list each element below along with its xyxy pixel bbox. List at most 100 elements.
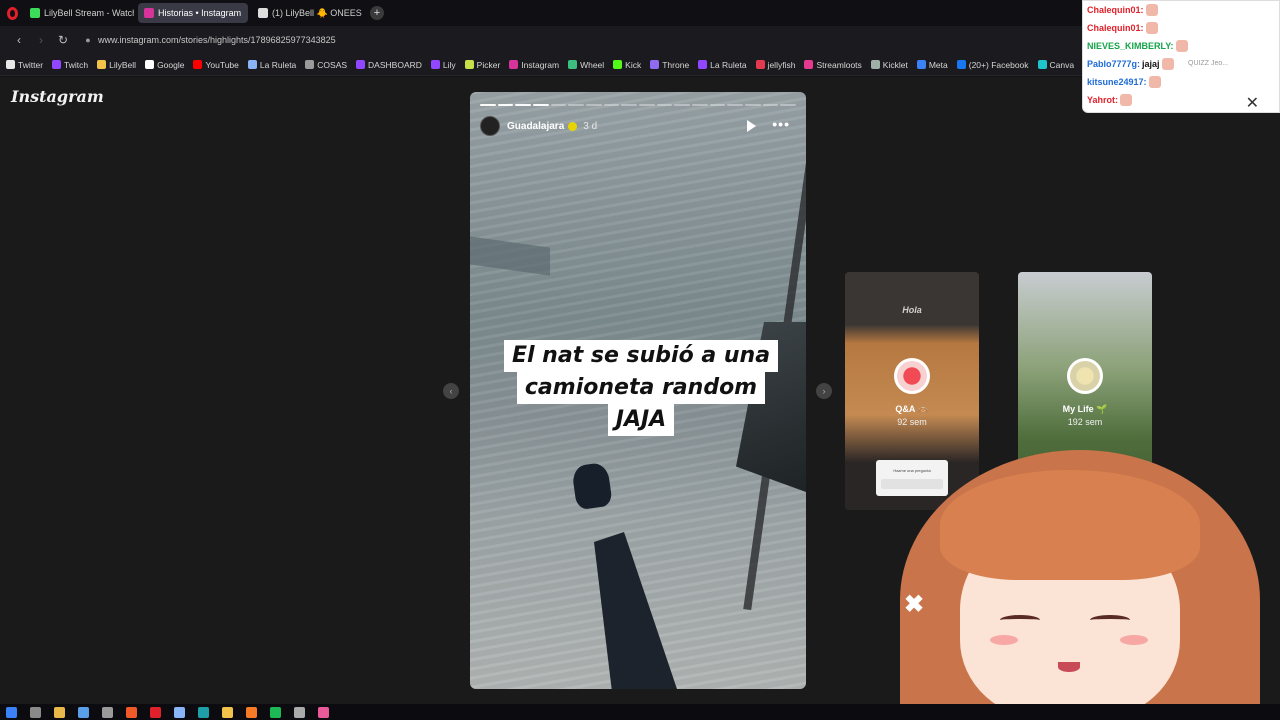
bookmark-item[interactable]: Canva [1037, 59, 1075, 70]
bookmark-item[interactable]: jellyfish [755, 60, 795, 70]
spotify-icon[interactable] [270, 706, 281, 718]
bookmark-item[interactable]: Google [145, 60, 184, 70]
instagram-icon [144, 8, 154, 18]
bookmark-icon [247, 60, 257, 69]
highlight-age: 92 sem [897, 417, 927, 427]
verified-badge-icon [568, 121, 578, 131]
brave-icon[interactable] [126, 706, 137, 718]
app-icon[interactable] [102, 706, 113, 718]
bookmark-item[interactable]: Throne [650, 60, 689, 70]
chat-username[interactable]: Pablo7777g: [1087, 55, 1140, 73]
highlight-name: Q&A 🙈 [895, 404, 929, 414]
progress-segment [533, 104, 549, 106]
firefox-icon[interactable] [246, 706, 257, 718]
tab-lilybell-stream[interactable]: LilyBell Stream - Watch Li [24, 3, 134, 23]
url-field[interactable]: www.instagram.com/stories/highlights/178… [98, 35, 336, 45]
chrome-icon[interactable] [222, 706, 233, 718]
opera-menu-icon[interactable] [0, 0, 24, 26]
bookmark-label: Wheel [580, 59, 605, 70]
progress-segment [568, 104, 585, 106]
back-button[interactable]: ‹ [8, 29, 30, 51]
bookmark-item[interactable]: Twitch [52, 60, 88, 70]
bookmark-icon [956, 60, 966, 69]
previous-story-arrow-icon[interactable]: ‹ [443, 383, 459, 399]
bookmark-item[interactable]: Kicklet [870, 60, 908, 70]
instagram-logo[interactable]: Instagram [11, 87, 104, 106]
bookmark-icon [509, 60, 519, 69]
taskbar [0, 704, 1280, 720]
chat-message: Pablo7777g: jajaj [1087, 55, 1275, 73]
bookmark-item[interactable]: DASHBOARD [356, 60, 422, 70]
app-icon[interactable] [30, 706, 41, 718]
bookmark-label: Lily [442, 59, 456, 70]
forward-button[interactable]: › [30, 29, 52, 51]
progress-segment [780, 104, 797, 106]
app-icon[interactable] [318, 706, 329, 718]
tab-instagram-stories[interactable]: Historias • Instagram [138, 3, 248, 23]
progress-segment [709, 104, 726, 106]
bookmark-item[interactable]: Streamloots [804, 60, 862, 70]
app-icon[interactable] [78, 706, 89, 718]
bookmark-label: Instagram [521, 59, 560, 70]
edge-icon[interactable] [198, 706, 209, 718]
story-header: Guadalajara 3 d ••• [480, 116, 796, 136]
bookmark-item[interactable]: Kick [613, 60, 641, 70]
app-icon[interactable] [294, 706, 305, 718]
bookmark-item[interactable]: LilyBell [97, 60, 136, 70]
bookmark-item[interactable]: (20+) Facebook [956, 60, 1029, 70]
folder-icon[interactable] [54, 706, 65, 718]
progress-segment [692, 104, 708, 106]
chat-username[interactable]: Chalequin01: [1087, 19, 1144, 37]
progress-segment [603, 104, 620, 106]
story-username[interactable]: Guadalajara [507, 121, 564, 132]
bookmark-label: La Ruleta [710, 59, 747, 70]
story-viewer[interactable]: Guadalajara 3 d ••• El nat se subió a un… [470, 92, 806, 689]
more-options-icon[interactable]: ••• [772, 116, 790, 132]
bookmark-item[interactable]: La Ruleta [698, 59, 747, 70]
chat-username[interactable]: Chalequin01: [1087, 1, 1144, 19]
stream-chat-overlay: Chalequin01: Chalequin01: NIEVES_KIMBERLY:… [1082, 0, 1280, 113]
chat-text: jajaj [1142, 59, 1160, 69]
story-progress-bar [480, 104, 797, 106]
bookmark-icon [145, 60, 155, 69]
chat-username[interactable]: Yahrot: [1087, 91, 1118, 109]
bookmark-item[interactable]: YouTube [193, 60, 239, 70]
hair-clip-icon: ✖ [904, 591, 925, 618]
opera-icon[interactable] [150, 706, 161, 718]
kick-icon [30, 8, 40, 18]
tab-x-lilybell[interactable]: (1) LilyBell 🐥 ONEESHI [252, 3, 362, 23]
bookmark-label: Picker [476, 59, 501, 70]
windows-start-icon[interactable] [6, 706, 17, 718]
highlight-cover [1067, 358, 1103, 394]
progress-segment [762, 104, 779, 106]
close-icon[interactable]: ✕ [1246, 93, 1259, 113]
bookmark-item[interactable]: Instagram [509, 60, 559, 70]
play-icon[interactable] [747, 120, 756, 132]
bookmark-item[interactable]: Lily [430, 59, 456, 70]
reload-button[interactable]: ↻ [52, 29, 74, 51]
highlight-hola-text: Hola [902, 305, 922, 315]
app-icon[interactable] [174, 706, 185, 718]
bookmark-icon [870, 60, 880, 69]
avatar[interactable] [480, 116, 500, 136]
bookmark-item[interactable]: La Ruleta [247, 60, 296, 70]
chat-username[interactable]: kitsune24917: [1087, 73, 1147, 91]
tab-label: LilyBell Stream - Watch Li [44, 8, 134, 18]
bookmark-icon [1037, 60, 1047, 69]
avatar-mouth [1058, 662, 1080, 672]
bookmark-icon [464, 60, 474, 69]
screen: LilyBell Stream - Watch Li Historias • I… [0, 0, 1280, 720]
bookmark-label: Canva [1049, 59, 1075, 70]
bookmark-item[interactable]: Meta [916, 60, 948, 70]
bookmark-icon [6, 60, 15, 69]
bookmark-item[interactable]: Wheel [568, 60, 604, 70]
bookmark-label: DASHBOARD [368, 59, 422, 70]
bookmark-item[interactable]: Twitter [6, 60, 43, 70]
new-tab-button[interactable]: + [370, 6, 384, 20]
bookmark-icon [650, 60, 660, 69]
bookmark-item[interactable]: Picker [464, 59, 501, 70]
bookmark-item[interactable]: COSAS [305, 60, 347, 70]
caption-line: El nat se subió a una [503, 340, 779, 372]
chat-username[interactable]: NIEVES_KIMBERLY: [1087, 37, 1174, 55]
next-story-arrow-icon[interactable]: › [816, 383, 832, 399]
